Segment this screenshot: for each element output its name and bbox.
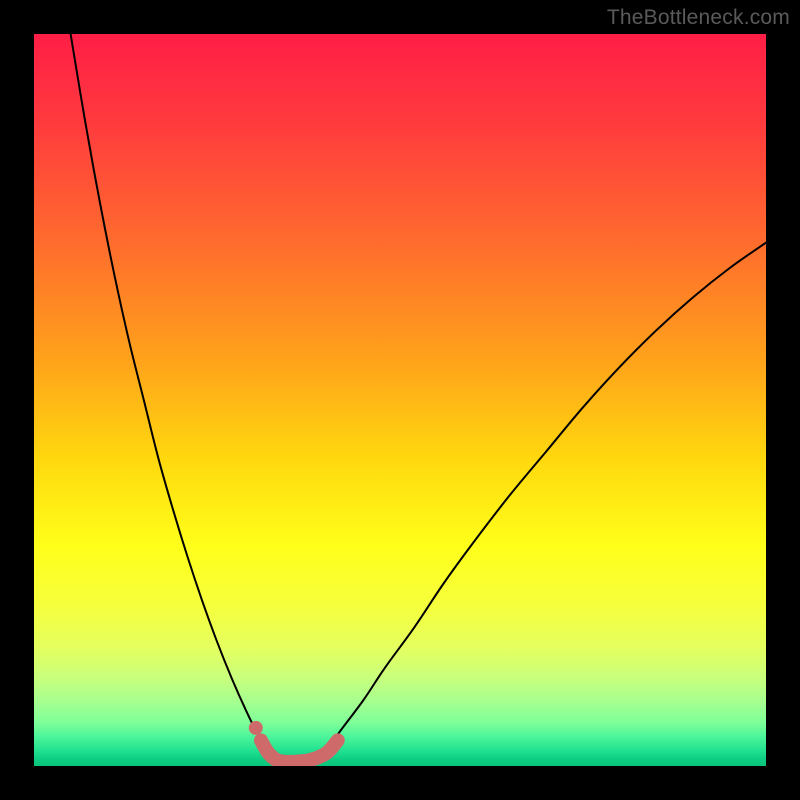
chart-svg [34, 34, 766, 766]
series-right-curve [327, 243, 766, 750]
series-top-dot [249, 721, 263, 735]
series-bottom-band [261, 740, 338, 762]
chart-frame: TheBottleneck.com [0, 0, 800, 800]
series-left-curve [71, 34, 269, 750]
watermark-text: TheBottleneck.com [607, 6, 790, 30]
plot-area [34, 34, 766, 766]
